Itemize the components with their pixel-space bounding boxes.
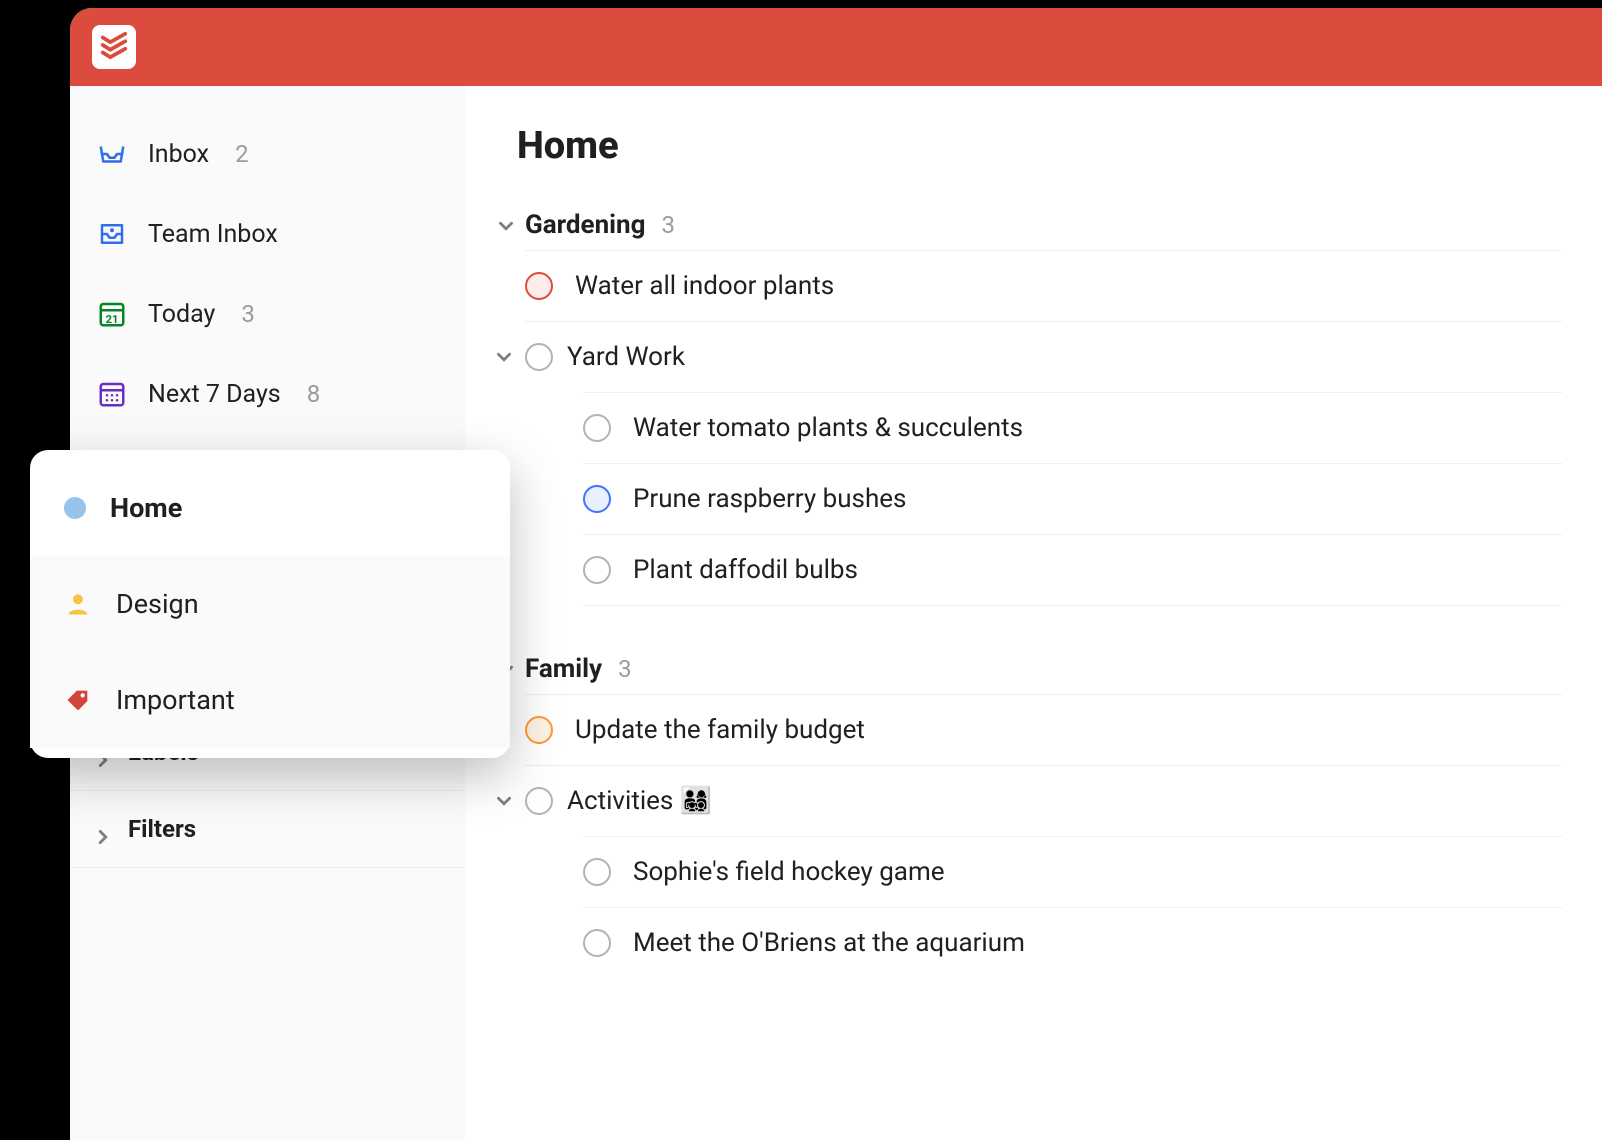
sidebar-item-label: Next 7 Days — [148, 380, 281, 409]
sidebar-item-next-7-days[interactable]: Next 7 Days 8 — [70, 354, 465, 434]
popover-item-design[interactable]: Design — [30, 556, 510, 652]
task-row-with-subtasks[interactable]: Activities 👨‍👩‍👧‍👦 — [525, 765, 1562, 836]
sidebar-group-label: Filters — [128, 815, 196, 843]
task-row[interactable]: Meet the O'Briens at the aquarium — [583, 907, 1562, 978]
project-dot-icon — [64, 497, 86, 519]
popover-item-label: Home — [110, 492, 182, 524]
section-gardening: Gardening 3 Water all indoor plants Yard… — [505, 210, 1562, 606]
app-logo[interactable] — [92, 25, 136, 69]
section-header[interactable]: Gardening 3 — [499, 210, 1562, 240]
chevron-down-icon[interactable] — [497, 350, 511, 364]
chevron-down-icon[interactable] — [497, 794, 511, 808]
section-title: Gardening — [525, 210, 645, 240]
task-checkbox[interactable] — [583, 929, 611, 957]
task-row[interactable]: Prune raspberry bushes — [583, 463, 1562, 534]
tag-icon — [64, 686, 92, 714]
favorites-popover: Home Design Important — [30, 450, 510, 758]
task-label: Meet the O'Briens at the aquarium — [633, 928, 1025, 958]
task-checkbox[interactable] — [583, 556, 611, 584]
task-list: Update the family budget Activities 👨‍👩‍… — [525, 694, 1562, 978]
sidebar-item-label: Inbox — [148, 140, 209, 169]
task-list: Water all indoor plants Yard Work Water … — [525, 250, 1562, 606]
sidebar-item-today[interactable]: 21 Today 3 — [70, 274, 465, 354]
sidebar-item-team-inbox[interactable]: Team Inbox — [70, 194, 465, 274]
subtask-list: Sophie's field hockey game Meet the O'Br… — [583, 836, 1562, 978]
main-content: Home Gardening 3 Water all indoor plants — [465, 86, 1602, 1140]
task-checkbox[interactable] — [525, 716, 553, 744]
task-label: Update the family budget — [575, 715, 865, 745]
sidebar-item-label: Today — [148, 300, 215, 329]
sidebar-item-count: 2 — [235, 140, 249, 168]
section-count: 3 — [618, 655, 632, 683]
chevron-right-icon — [96, 822, 110, 836]
titlebar — [70, 8, 1602, 86]
task-label: Yard Work — [567, 342, 685, 372]
popover-item-label: Important — [116, 684, 235, 716]
sidebar-group-filters[interactable]: Filters — [70, 790, 465, 868]
task-row-with-subtasks[interactable]: Yard Work — [525, 321, 1562, 392]
task-row[interactable]: Plant daffodil bulbs — [583, 534, 1562, 606]
calendar-today-icon: 21 — [96, 298, 128, 330]
svg-text:21: 21 — [106, 313, 119, 326]
section-title: Family — [525, 654, 602, 684]
person-icon — [64, 590, 92, 618]
sidebar-item-count: 3 — [241, 300, 255, 328]
task-checkbox[interactable] — [525, 272, 553, 300]
task-label: Prune raspberry bushes — [633, 484, 906, 514]
popover-item-label: Design — [116, 588, 199, 620]
inbox-icon — [96, 138, 128, 170]
popover-item-home[interactable]: Home — [30, 460, 510, 556]
task-label: Plant daffodil bulbs — [633, 555, 858, 585]
sidebar-item-count: 8 — [307, 380, 321, 408]
task-checkbox[interactable] — [583, 858, 611, 886]
task-checkbox[interactable] — [525, 343, 553, 371]
team-inbox-icon — [96, 218, 128, 250]
task-label: Activities 👨‍👩‍👧‍👦 — [567, 786, 712, 816]
task-row[interactable]: Update the family budget — [525, 694, 1562, 765]
sidebar-item-label: Team Inbox — [148, 220, 278, 249]
sidebar-item-inbox[interactable]: Inbox 2 — [70, 114, 465, 194]
section-header[interactable]: Family 3 — [499, 654, 1562, 684]
task-label: Water tomato plants & succulents — [633, 413, 1023, 443]
task-row[interactable]: Sophie's field hockey game — [583, 836, 1562, 907]
page-title: Home — [517, 124, 1562, 168]
task-checkbox[interactable] — [583, 485, 611, 513]
calendar-week-icon — [96, 378, 128, 410]
task-row[interactable]: Water tomato plants & succulents — [583, 392, 1562, 463]
subtask-list: Water tomato plants & succulents Prune r… — [583, 392, 1562, 606]
task-label: Water all indoor plants — [575, 271, 834, 301]
section-count: 3 — [661, 211, 675, 239]
chevron-down-icon — [499, 218, 513, 232]
popover-item-important[interactable]: Important — [30, 652, 510, 748]
section-family: Family 3 Update the family budget Activi… — [505, 654, 1562, 978]
task-checkbox[interactable] — [583, 414, 611, 442]
task-checkbox[interactable] — [525, 787, 553, 815]
task-label: Sophie's field hockey game — [633, 857, 945, 887]
todoist-logo-icon — [99, 30, 129, 64]
task-row[interactable]: Water all indoor plants — [525, 250, 1562, 321]
